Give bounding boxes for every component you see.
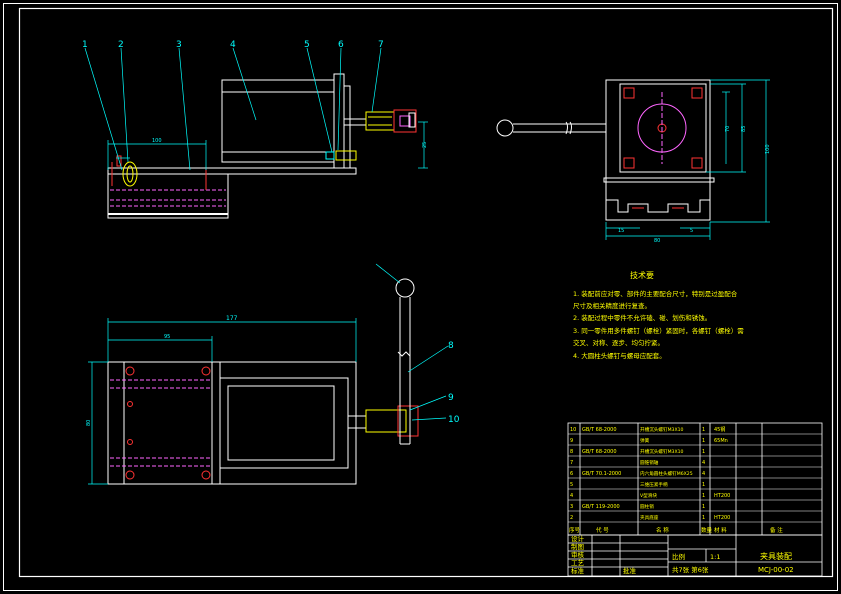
dim-side-a: 100 <box>765 144 771 154</box>
tb-drawing-no: MCJ-00-02 <box>758 566 794 574</box>
balloon-3: 3 <box>176 40 182 50</box>
title-block-text: 设计 制图 审核 工艺 标准 批准 比例 1:1 共7张 第6张 夹具装配 MC… <box>571 534 794 575</box>
bom-cell-qty: 1 <box>702 515 705 521</box>
bom-header-name: 名 称 <box>656 526 669 534</box>
dim-plan-height: 80 <box>86 420 92 426</box>
handle-view <box>395 278 415 445</box>
bom-cell-qty: 4 <box>702 471 705 477</box>
bom-header-remarks: 备 注 <box>770 526 783 534</box>
tb-label-approve: 批准 <box>623 566 637 575</box>
dim-plan-overall: 177 <box>226 315 238 322</box>
balloon-6: 6 <box>338 40 344 50</box>
bom-cell-qty: 1 <box>702 482 705 488</box>
bom-cell-qty: 1 <box>702 438 705 444</box>
bom-grid <box>567 422 823 536</box>
bom-cell-no: 4 <box>570 493 573 499</box>
bom-cell-material: HT200 <box>714 515 730 521</box>
bom-cell-qty: 1 <box>702 493 705 499</box>
dim-plan-inner: 95 <box>164 334 170 340</box>
bom-header: 序号 代 号 名 称 数量 材 料 备 注 <box>569 526 783 534</box>
bom-cell-no: 2 <box>570 515 573 521</box>
tb-label-process: 工艺 <box>571 559 585 567</box>
bom-cell-no: 3 <box>570 504 573 510</box>
tb-drawing-name: 夹具装配 <box>760 551 792 561</box>
tech-note-line-1: 1. 装配前应对零、部件的主要配合尺寸，特别是过盈配合 <box>573 289 738 298</box>
tech-note-line-3: 2. 装配过程中零件不允许磕、碰、划伤和锈蚀。 <box>573 313 711 322</box>
front-view-dimensions <box>107 121 428 170</box>
dim-side-bottom-b: 80 <box>654 238 660 244</box>
bom-cell-code: GB/T 68-2000 <box>582 427 617 433</box>
technical-requirements: 技术要 1. 装配前应对零、部件的主要配合尺寸，特别是过盈配合 尺寸及相关精度进… <box>573 270 744 360</box>
balloon-9: 9 <box>448 393 454 403</box>
bom-cell-name: 圆柱销 <box>640 503 654 510</box>
balloon-5: 5 <box>304 40 310 50</box>
bom-cell-qty: 1 <box>702 504 705 510</box>
balloon-4: 4 <box>230 40 236 50</box>
dim-side-b: 85 <box>741 126 747 132</box>
balloon-8: 8 <box>448 341 454 351</box>
tb-label-standard: 标准 <box>571 566 585 575</box>
dim-side-c: 70 <box>725 126 731 132</box>
tb-scale-label: 比例 <box>672 552 685 561</box>
tb-sheets: 共7张 第6张 <box>672 565 709 574</box>
tb-label-drawn: 制图 <box>571 542 584 551</box>
bom-cell-no: 9 <box>570 438 573 444</box>
bom-rows: 10 GB/T 68-2000 开槽沉头螺钉M3X10 1 45钢 9 弹簧 1 65Mn 8 GB… <box>570 426 730 521</box>
bom-cell-name: V型滑块 <box>640 492 657 499</box>
drawing-sheet: 100 25 1 2 3 4 5 6 7 100 85 70 15 80 5 1… <box>3 3 838 591</box>
balloon-1: 1 <box>82 40 88 50</box>
balloon-7: 7 <box>378 40 384 50</box>
tech-note-line-4: 3. 同一零件用多件螺钉（螺栓）紧固时，各螺钉（螺栓）需 <box>573 326 744 335</box>
bom-cell-code: GB/T 119-2000 <box>582 504 620 510</box>
tech-notes-title: 技术要 <box>630 270 654 280</box>
tech-note-line-2: 尺寸及相关精度进行复查。 <box>573 301 651 310</box>
bom-cell-no: 7 <box>570 460 573 466</box>
bom-cell-material: 45钢 <box>714 426 725 433</box>
bom-cell-qty: 1 <box>702 449 705 455</box>
bom-header-no: 序号 <box>569 526 581 534</box>
tech-note-line-5: 交叉、对称、逐步、均匀拧紧。 <box>573 338 664 347</box>
bom-cell-name: 开槽沉头螺钉M3X10 <box>640 448 684 455</box>
bom-cell-name: 弹簧 <box>640 437 650 444</box>
bom-cell-name: 圆锥销轴 <box>640 459 659 466</box>
bom-cell-no: 8 <box>570 449 573 455</box>
tb-label-check: 审核 <box>571 550 585 559</box>
bom-cell-material: 65Mn <box>714 438 728 444</box>
leader-lines-bottom <box>375 263 449 421</box>
bom-cell-no: 6 <box>570 471 573 477</box>
balloon-10: 10 <box>448 415 460 425</box>
balloon-2: 2 <box>118 40 124 50</box>
bom-cell-name: 三维压紧手柄 <box>640 481 668 488</box>
bom-cell-name: 内六角圆柱头螺钉M6X25 <box>640 470 693 477</box>
tb-label-design: 设计 <box>571 534 585 543</box>
bom-cell-code: GB/T 70.1-2000 <box>582 471 621 477</box>
bom-cell-no: 10 <box>570 427 576 433</box>
tb-scale-value: 1:1 <box>710 553 720 561</box>
bom-cell-code: GB/T 68-2000 <box>582 449 617 455</box>
bom-cell-qty: 4 <box>702 460 705 466</box>
tech-note-line-6: 4. 大圆柱头螺钉与螺母应配套。 <box>573 351 666 360</box>
bom-cell-no: 5 <box>570 482 573 488</box>
side-view-dimensions <box>605 79 770 240</box>
plan-view <box>107 361 419 485</box>
side-view <box>496 79 715 221</box>
bom-header-qty: 数量 <box>701 526 713 534</box>
dim-side-bottom-c: 5 <box>690 228 693 234</box>
dim-top-height: 25 <box>422 142 428 148</box>
dim-side-bottom-a: 15 <box>618 228 624 234</box>
front-view <box>107 73 417 219</box>
bom-cell-name: 开槽沉头螺钉M3X10 <box>640 426 684 433</box>
bom-cell-material: HT200 <box>714 493 730 499</box>
dim-top-width: 100 <box>152 138 162 144</box>
bom-header-code: 代 号 <box>596 526 609 534</box>
bom-cell-qty: 1 <box>702 427 705 433</box>
bom-cell-name: 夹具底座 <box>640 514 659 521</box>
plan-view-dimensions <box>88 318 357 485</box>
bom-header-material: 材 料 <box>714 526 727 534</box>
